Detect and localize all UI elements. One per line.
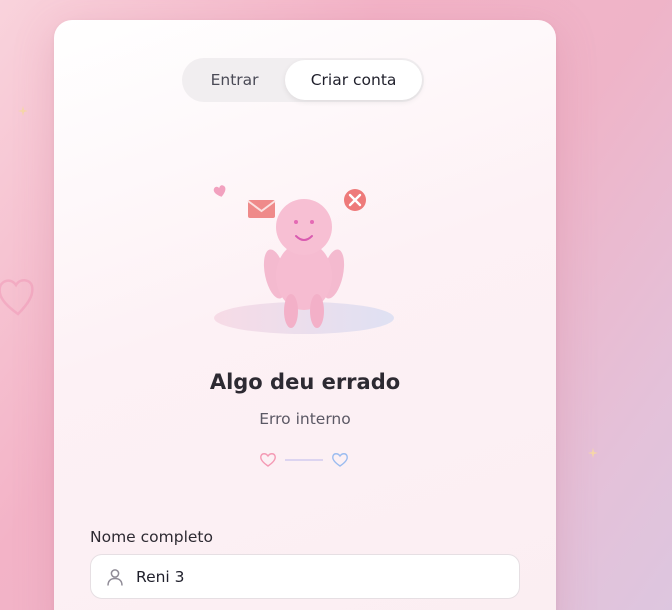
sparkle-icon — [588, 448, 598, 458]
tab-login[interactable]: Entrar — [184, 60, 285, 100]
name-field[interactable] — [90, 554, 520, 599]
name-field-label: Nome completo — [90, 528, 213, 546]
auth-card: Entrar Criar conta Algo deu errado Erro … — [54, 20, 556, 610]
name-input[interactable] — [136, 567, 496, 586]
sparkle-icon — [18, 106, 28, 116]
sad-robot-illustration — [213, 185, 394, 334]
error-title: Algo deu errado — [209, 370, 401, 394]
user-icon — [107, 568, 123, 586]
heart-divider — [260, 453, 348, 467]
background-heart-icon — [0, 279, 34, 316]
error-message: Erro interno — [259, 410, 351, 428]
auth-tabs: Entrar Criar conta — [182, 58, 424, 102]
tab-signup[interactable]: Criar conta — [285, 60, 422, 100]
